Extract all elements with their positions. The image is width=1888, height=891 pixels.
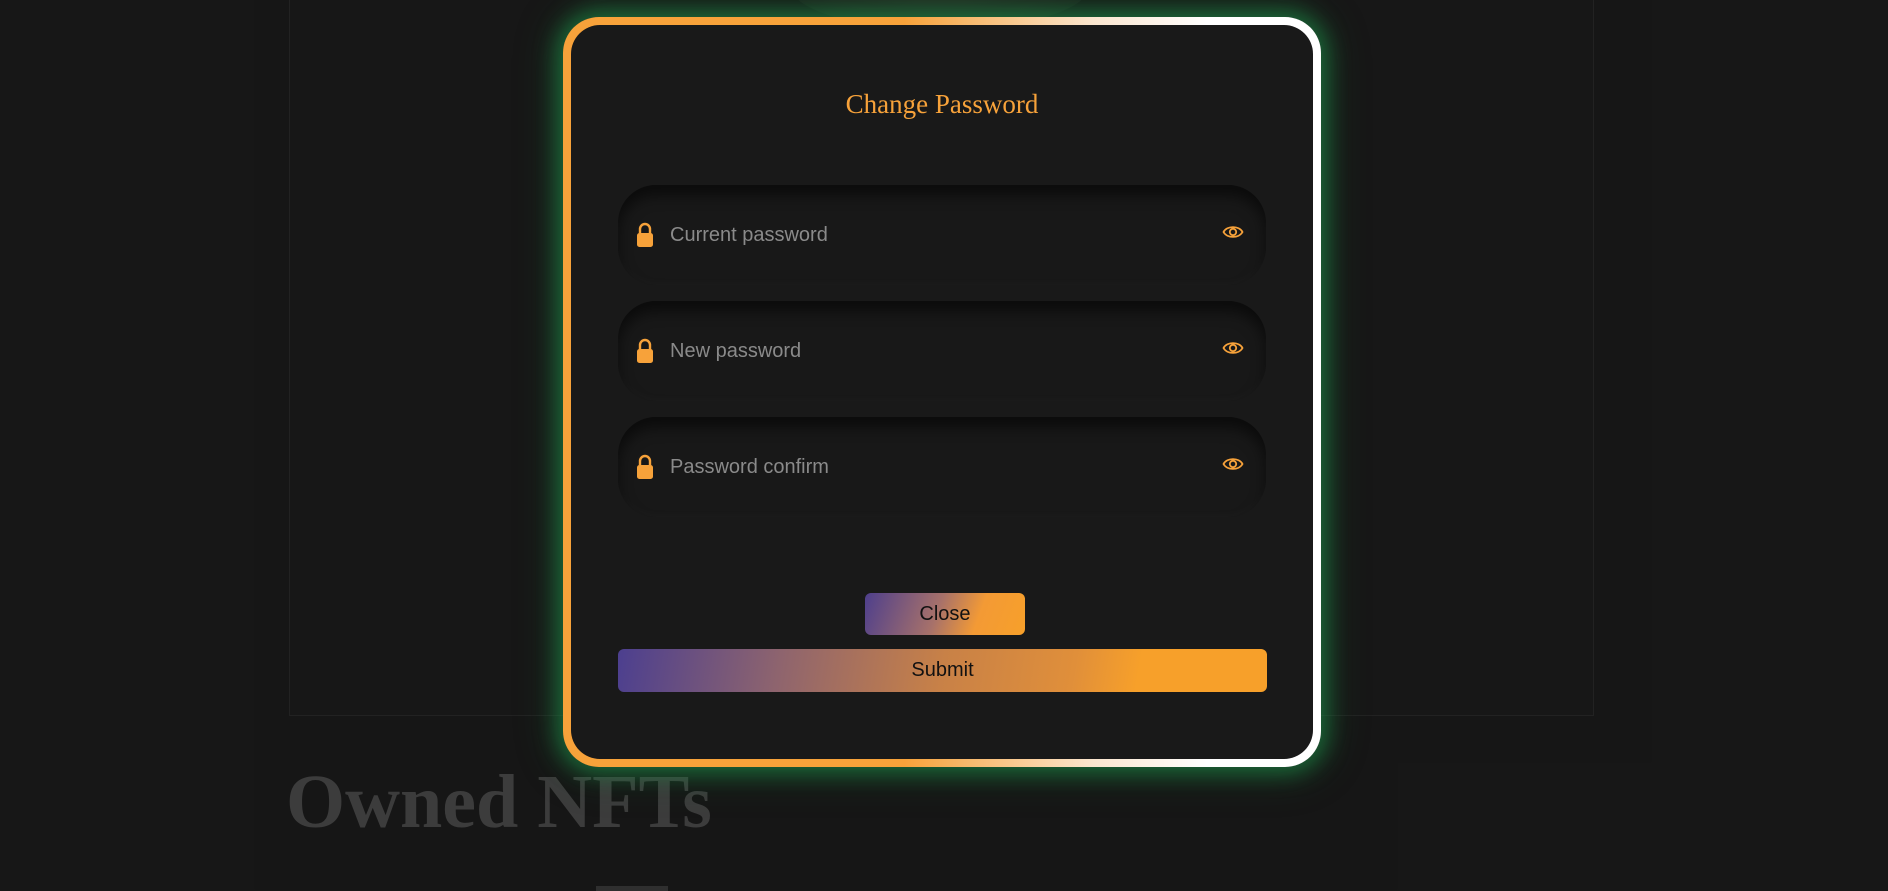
- submit-button[interactable]: Submit: [618, 649, 1267, 692]
- change-password-modal: Change Password Close Submit: [563, 17, 1321, 767]
- eye-icon[interactable]: [1222, 339, 1244, 357]
- page: Owned NFTs Change Password Close Submit: [0, 0, 1888, 891]
- lock-icon: [637, 222, 653, 247]
- current-password-input[interactable]: [670, 211, 1190, 259]
- new-password-field: [618, 301, 1266, 401]
- new-password-input[interactable]: [670, 327, 1190, 375]
- close-button[interactable]: Close: [865, 593, 1025, 635]
- modal-title: Change Password: [845, 89, 1039, 119]
- password-confirm-input[interactable]: [670, 443, 1190, 491]
- lock-icon: [637, 338, 653, 363]
- lock-icon: [637, 454, 653, 479]
- modal-body: Change Password Close Submit: [571, 25, 1313, 759]
- current-password-field: [618, 185, 1266, 285]
- eye-icon[interactable]: [1222, 223, 1244, 241]
- eye-icon[interactable]: [1222, 455, 1244, 473]
- password-confirm-field: [618, 417, 1266, 517]
